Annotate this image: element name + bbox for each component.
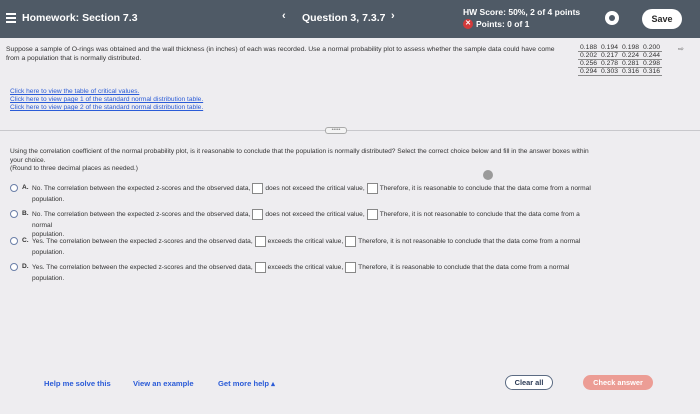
choice-a-text-4: population. [32, 196, 65, 203]
choice-d-text-3: Therefore, it is reasonable to conclude … [358, 264, 570, 271]
critical-value-input-b[interactable] [366, 209, 378, 220]
correlation-input-c[interactable] [254, 236, 266, 247]
correlation-input-b[interactable] [252, 209, 264, 220]
critical-value-input-d[interactable] [345, 262, 357, 273]
data-table: 0.188 0.194 0.198 0.200 0.202 0.217 0.224 0.244… [578, 44, 663, 76]
choice-b-text-3: Therefore, it is not reasonable to concl… [379, 211, 580, 218]
choice-a-letter: A. [22, 184, 29, 191]
choice-d-text-2: exceeds the critical value, [267, 264, 344, 271]
correlation-input-a[interactable] [252, 183, 264, 194]
choice-b-radio[interactable] [10, 210, 18, 218]
expand-table-icon[interactable]: ⇨ [678, 45, 684, 53]
choice-d-text-1: Yes. The correlation between the expecte… [32, 264, 253, 271]
table-cell: 0.256 [578, 59, 600, 68]
choice-b-text-2: does not exceed the critical value, [265, 211, 365, 218]
choice-c-text-1: Yes. The correlation between the expecte… [32, 238, 253, 245]
save-button[interactable]: Save [642, 9, 682, 29]
help-me-solve-link[interactable]: Help me solve this [44, 379, 111, 388]
correlation-input-d[interactable] [254, 262, 266, 273]
table-cell: 0.298 [641, 59, 663, 68]
normal-table-page-1-link[interactable]: Click here to view page 1 of the standar… [10, 96, 203, 104]
table-cell: 0.244 [641, 51, 663, 60]
table-cell: 0.200 [641, 44, 663, 52]
reference-links: Click here to view the table of critical… [10, 88, 203, 112]
section-divider [0, 130, 700, 131]
cursor-dot [483, 170, 493, 180]
hw-score: HW Score: 50%, 2 of 4 points [463, 7, 581, 17]
points-row: ✕ Points: 0 of 1 [463, 18, 580, 30]
next-question-button[interactable]: › [391, 10, 395, 22]
choice-a-body: No. The correlation between the expected… [32, 183, 700, 194]
question-prompt: Using the correlation coefficient of the… [10, 148, 690, 174]
normal-table-page-2-link[interactable]: Click here to view page 2 of the standar… [10, 104, 203, 112]
previous-question-button[interactable]: ‹ [282, 10, 286, 22]
get-more-help-link[interactable]: Get more help ▴ [218, 379, 275, 388]
table-cell: 0.202 [578, 51, 600, 60]
settings-icon[interactable] [605, 11, 619, 25]
choice-c-text-3: Therefore, it is not reasonable to concl… [358, 238, 581, 245]
table-row: 0.256 0.278 0.281 0.298 [578, 59, 663, 68]
divider-handle[interactable]: ••••• [325, 127, 347, 134]
table-cell: 0.294 [578, 67, 600, 76]
table-row: 0.202 0.217 0.224 0.244 [578, 51, 663, 60]
choice-b-text-1: No. The correlation between the expected… [32, 211, 251, 218]
choice-a-text-3: Therefore, it is reasonable to conclude … [379, 185, 591, 192]
choice-d-radio[interactable] [10, 263, 18, 271]
choice-c-text-2: exceeds the critical value, [267, 238, 344, 245]
table-cell: 0.303 [599, 67, 621, 76]
choice-c-body: Yes. The correlation between the expecte… [32, 236, 700, 247]
choice-a-radio[interactable] [10, 184, 18, 192]
table-cell: 0.316 [620, 67, 642, 76]
homework-title: Homework: Section 7.3 [22, 12, 138, 24]
table-row: 0.294 0.303 0.316 0.316 [578, 67, 663, 76]
choice-d-text-4: population. [32, 275, 65, 282]
clear-all-button[interactable]: Clear all [505, 375, 553, 390]
points-text: Points: 0 of 1 [476, 19, 530, 29]
table-cell: 0.217 [599, 51, 621, 60]
choice-a-text-1: No. The correlation between the expected… [32, 185, 251, 192]
question-line-1: Using the correlation coefficient of the… [10, 148, 589, 155]
question-title: Question 3, 7.3.7 [302, 12, 386, 24]
incorrect-icon: ✕ [463, 19, 473, 29]
table-cell: 0.278 [599, 59, 621, 68]
table-cell: 0.281 [620, 59, 642, 68]
check-answer-button[interactable]: Check answer [583, 375, 653, 390]
table-cell: 0.316 [641, 67, 663, 76]
question-line-2: your choice. [10, 156, 46, 164]
table-cell: 0.198 [620, 44, 642, 52]
table-cell: 0.194 [599, 44, 621, 52]
footer-bar: Help me solve this View an example Get m… [0, 365, 700, 414]
choice-c-text-4: population. [32, 249, 65, 256]
choice-d-letter: D. [22, 263, 29, 270]
critical-values-link[interactable]: Click here to view the table of critical… [10, 88, 203, 96]
choice-a-text-2: does not exceed the critical value, [265, 185, 365, 192]
choice-c-letter: C. [22, 237, 29, 244]
critical-value-input-a[interactable] [366, 183, 378, 194]
choice-c-radio[interactable] [10, 237, 18, 245]
choice-b-body: No. The correlation between the expected… [32, 209, 700, 220]
problem-statement: Suppose a sample of O-rings was obtained… [6, 46, 555, 62]
table-cell: 0.188 [578, 44, 600, 52]
score-panel: HW Score: 50%, 2 of 4 points ✕ Points: 0… [463, 6, 580, 30]
critical-value-input-c[interactable] [345, 236, 357, 247]
table-cell: 0.224 [620, 51, 642, 60]
question-line-3: (Round to three decimal places as needed… [10, 165, 138, 172]
table-row: 0.188 0.194 0.198 0.200 [578, 44, 663, 52]
choice-b-letter: B. [22, 210, 29, 217]
top-bar: Homework: Section 7.3 ‹ Question 3, 7.3.… [0, 0, 700, 38]
menu-icon[interactable] [6, 13, 16, 23]
view-example-link[interactable]: View an example [133, 379, 194, 388]
choice-d-body: Yes. The correlation between the expecte… [32, 262, 700, 273]
